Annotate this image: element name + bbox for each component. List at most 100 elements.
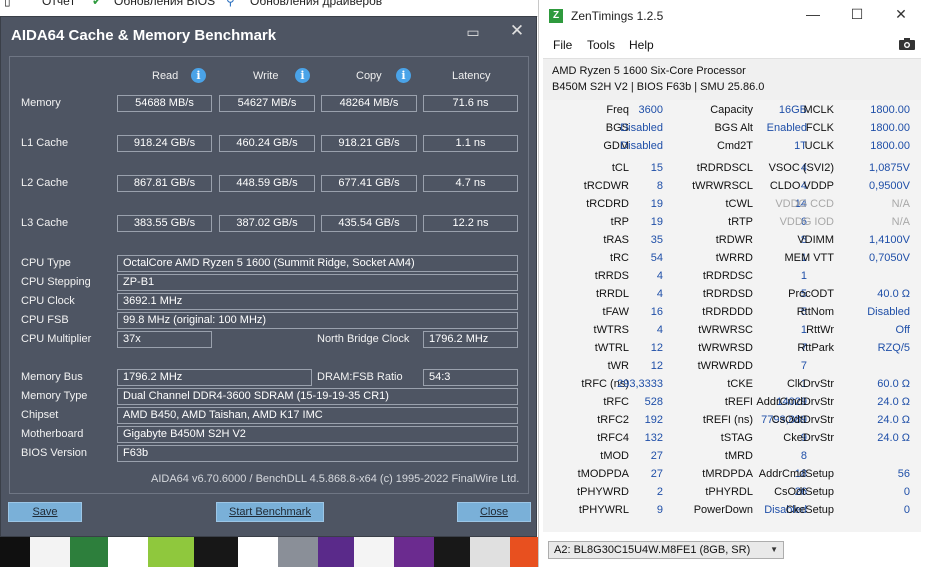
timing-label: tRP [610, 216, 629, 228]
zentimings-menubar: File Tools Help [539, 34, 926, 56]
menu-tools[interactable]: Tools [587, 38, 615, 52]
l1-latency-value: 1.1 ns [423, 135, 518, 152]
timing-label: PowerDown [693, 504, 753, 516]
bg-item-drivers[interactable]: Обновления драйверов [250, 0, 382, 8]
memory-read-value: 54688 MB/s [117, 95, 212, 112]
timing-label: CkeSetup [785, 504, 834, 516]
timing-value: 40.0 Ω [877, 288, 910, 300]
minimize-icon[interactable]: — [803, 6, 823, 22]
nb-clock-label: North Bridge Clock [317, 333, 410, 345]
col-header-read: Read [152, 70, 179, 82]
menu-file[interactable]: File [553, 38, 572, 52]
timing-value: 54 [650, 252, 663, 264]
timing-label: tRRDS [594, 270, 629, 282]
timing-label: MCLK [803, 104, 834, 116]
timing-label: tWR [607, 360, 629, 372]
save-button[interactable]: Save [8, 502, 82, 522]
timing-label: FCLK [805, 122, 834, 134]
timing-label: tPHYRDL [705, 486, 753, 498]
close-icon[interactable]: ✕ [891, 6, 911, 23]
chipset-value: AMD B450, AMD Taishan, AMD K17 IMC [117, 407, 518, 424]
close-icon[interactable]: ✕ [509, 22, 525, 39]
timing-value: 7 [800, 360, 807, 372]
bg-doc-icon: ▯ [4, 0, 11, 8]
timing-label: RttWr [806, 324, 834, 336]
menu-help[interactable]: Help [629, 38, 654, 52]
timing-value: 1800.00 [870, 122, 910, 134]
memory-type-value: Dual Channel DDR4-3600 SDRAM (15-19-19-3… [117, 388, 518, 405]
timing-label: tRRDL [595, 288, 629, 300]
timing-value: N/A [891, 198, 910, 210]
timing-value: 0 [903, 486, 910, 498]
row-label-l1: L1 Cache [21, 137, 69, 149]
timing-label: Cmd2T [716, 140, 753, 152]
cpu-clock-value: 3692.1 MHz [117, 293, 518, 310]
zentimings-logo-icon: Z [549, 9, 563, 23]
timing-value: Off [895, 324, 910, 336]
timing-label: BGS Alt [714, 122, 753, 134]
timing-label: CsOdtSetup [774, 486, 834, 498]
timing-label: tRDRDDD [702, 306, 753, 318]
timing-value: 24.0 Ω [877, 414, 910, 426]
timing-value: 2 [656, 486, 663, 498]
memory-copy-value: 48264 MB/s [321, 95, 417, 112]
start-benchmark-button[interactable]: Start Benchmark [216, 502, 324, 522]
minimize-icon[interactable]: ▭ [466, 25, 480, 39]
timing-value: 1 [800, 270, 807, 282]
memory-bus-value: 1796.2 MHz [117, 369, 312, 386]
memory-write-value: 54627 MB/s [219, 95, 315, 112]
bg-item-bios[interactable]: Обновления BIOS [114, 0, 215, 8]
timing-label: tWTRL [594, 342, 629, 354]
timing-label: tRCDWR [583, 180, 629, 192]
maximize-icon[interactable]: ☐ [847, 6, 867, 23]
timing-value: 19 [650, 198, 663, 210]
dram-fsb-ratio-label: DRAM:FSB Ratio [317, 371, 403, 383]
timing-value: 1,0875V [869, 162, 910, 174]
timing-label: AddrCmdDrvStr [756, 396, 834, 408]
memory-type-label: Memory Type [21, 390, 88, 402]
timing-label: AddrCmdSetup [758, 468, 834, 480]
timing-label: tCL [611, 162, 629, 174]
timing-label: tRFC2 [597, 414, 629, 426]
copy-info-icon[interactable]: i [396, 68, 411, 83]
bg-search-icon: ⚲ [226, 0, 235, 8]
memory-latency-value: 71.6 ns [423, 95, 518, 112]
read-info-icon[interactable]: i [191, 68, 206, 83]
camera-icon[interactable] [899, 38, 915, 50]
timing-label: VSOC (SVI2) [768, 162, 834, 174]
timing-label: tRFC4 [597, 432, 629, 444]
timing-value: 8 [800, 450, 807, 462]
timing-value: 8 [656, 180, 663, 192]
zentimings-window: Z ZenTimings 1.2.5 — ☐ ✕ File Tools Help… [538, 0, 926, 567]
timing-label: MEM VTT [784, 252, 835, 264]
timing-value: 27 [650, 450, 663, 462]
timing-value: 56 [897, 468, 910, 480]
bg-item-report[interactable]: Отчёт [42, 0, 75, 8]
cpu-multiplier-label: CPU Multiplier [21, 333, 92, 345]
timing-label: tWRWRSCL [692, 180, 753, 192]
timings-table: Freq 3600 BGS Disabled GDM Disabled tCL 15 tRCDW… [543, 100, 921, 532]
close-button[interactable]: Close [457, 502, 531, 522]
timing-label: tRDWR [715, 234, 753, 246]
cpu-clock-label: CPU Clock [21, 295, 75, 307]
chipset-label: Chipset [21, 409, 59, 421]
motherboard-value: Gigabyte B450M S2H V2 [117, 426, 518, 443]
timing-value: N/A [891, 216, 910, 228]
row-label-l2: L2 Cache [21, 177, 69, 189]
timing-label: tCWL [725, 198, 754, 210]
dimm-select[interactable]: A2: BL8G30C15U4W.M8FE1 (8GB, SR) ▼ [548, 541, 784, 559]
timing-label: tSTAG [720, 432, 753, 444]
timing-value: 4 [656, 324, 663, 336]
write-info-icon[interactable]: i [295, 68, 310, 83]
aida-footer-text: AIDA64 v6.70.6000 / BenchDLL 4.5.868.8-x… [151, 473, 520, 485]
col-header-copy: Copy [356, 70, 382, 82]
timing-value: 35 [650, 234, 663, 246]
timing-label: tRCDRD [586, 198, 629, 210]
timing-value: 4 [656, 288, 663, 300]
timing-value: 19 [650, 216, 663, 228]
timing-label: VDIMM [797, 234, 834, 246]
timing-label: tWRWRDD [697, 360, 753, 372]
motherboard-label: Motherboard [21, 428, 84, 440]
timing-label: tREFI (ns) [702, 414, 753, 426]
timing-label: tPHYWRD [577, 486, 629, 498]
